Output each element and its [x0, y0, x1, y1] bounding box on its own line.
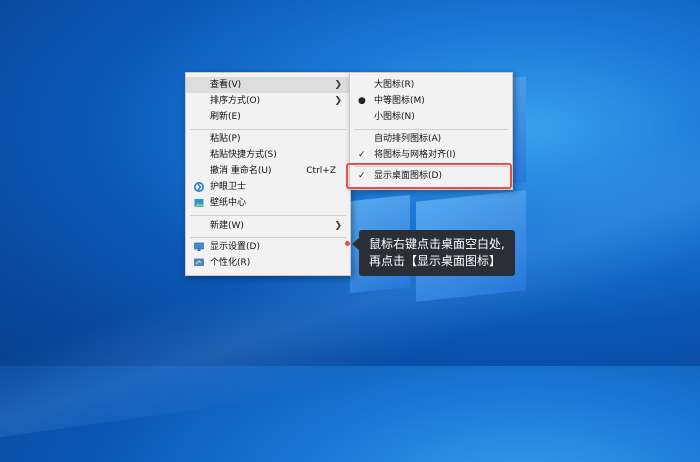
display-icon [194, 242, 204, 251]
personalize-icon [194, 258, 204, 266]
menu-item-new[interactable]: 新建(W) ❯ [186, 218, 350, 234]
menu-separator [354, 129, 508, 130]
menu-separator [190, 215, 346, 216]
callout-pointer-dot [345, 241, 350, 246]
wallpaper-icon [194, 199, 204, 207]
chevron-right-icon: ❯ [334, 96, 342, 106]
submenu-item-medium-icons[interactable]: ● 中等图标(M) [350, 93, 512, 109]
menu-item-paste-shortcut[interactable]: 粘贴快捷方式(S) [186, 147, 350, 163]
chevron-right-icon: ❯ [334, 80, 342, 90]
menu-item-view[interactable]: 查看(V) ❯ [186, 77, 350, 93]
menu-item-wallpaper-center[interactable]: 壁纸中心 [186, 195, 350, 211]
callout-line-1: 鼠标右键点击桌面空白处, [369, 237, 505, 251]
submenu-item-large-icons[interactable]: 大图标(R) [350, 77, 512, 93]
menu-item-eye-guard[interactable]: 护眼卫士 [186, 179, 350, 195]
callout-line-2: 再点击【显示桌面图标】 [369, 254, 502, 268]
menu-item-paste[interactable]: 粘贴(P) [186, 131, 350, 147]
desktop-context-menu: 查看(V) ❯ 排序方式(O) ❯ 刷新(E) 粘贴(P) 粘贴快捷方式(S) … [185, 72, 351, 276]
submenu-item-align-grid[interactable]: ✓ 将图标与网格对齐(I) [350, 147, 512, 163]
chevron-right-icon: ❯ [334, 221, 342, 231]
highlight-box [346, 163, 512, 189]
radio-dot-icon: ● [358, 96, 366, 106]
checkmark-icon: ✓ [358, 150, 366, 160]
menu-separator [190, 237, 346, 238]
menu-item-personalize[interactable]: 个性化(R) [186, 255, 350, 271]
callout-tip [352, 238, 359, 250]
menu-item-refresh[interactable]: 刷新(E) [186, 109, 350, 125]
shortcut-label: Ctrl+Z [306, 166, 336, 176]
menu-item-undo-rename[interactable]: 撤消 重命名(U) Ctrl+Z [186, 163, 350, 179]
menu-item-sort[interactable]: 排序方式(O) ❯ [186, 93, 350, 109]
instruction-callout: 鼠标右键点击桌面空白处, 再点击【显示桌面图标】 [359, 230, 515, 276]
menu-separator [190, 129, 346, 130]
submenu-item-auto-arrange[interactable]: 自动排列图标(A) [350, 131, 512, 147]
eye-guard-icon [194, 182, 204, 192]
menu-item-display-settings[interactable]: 显示设置(D) [186, 239, 350, 255]
submenu-item-small-icons[interactable]: 小图标(N) [350, 109, 512, 125]
